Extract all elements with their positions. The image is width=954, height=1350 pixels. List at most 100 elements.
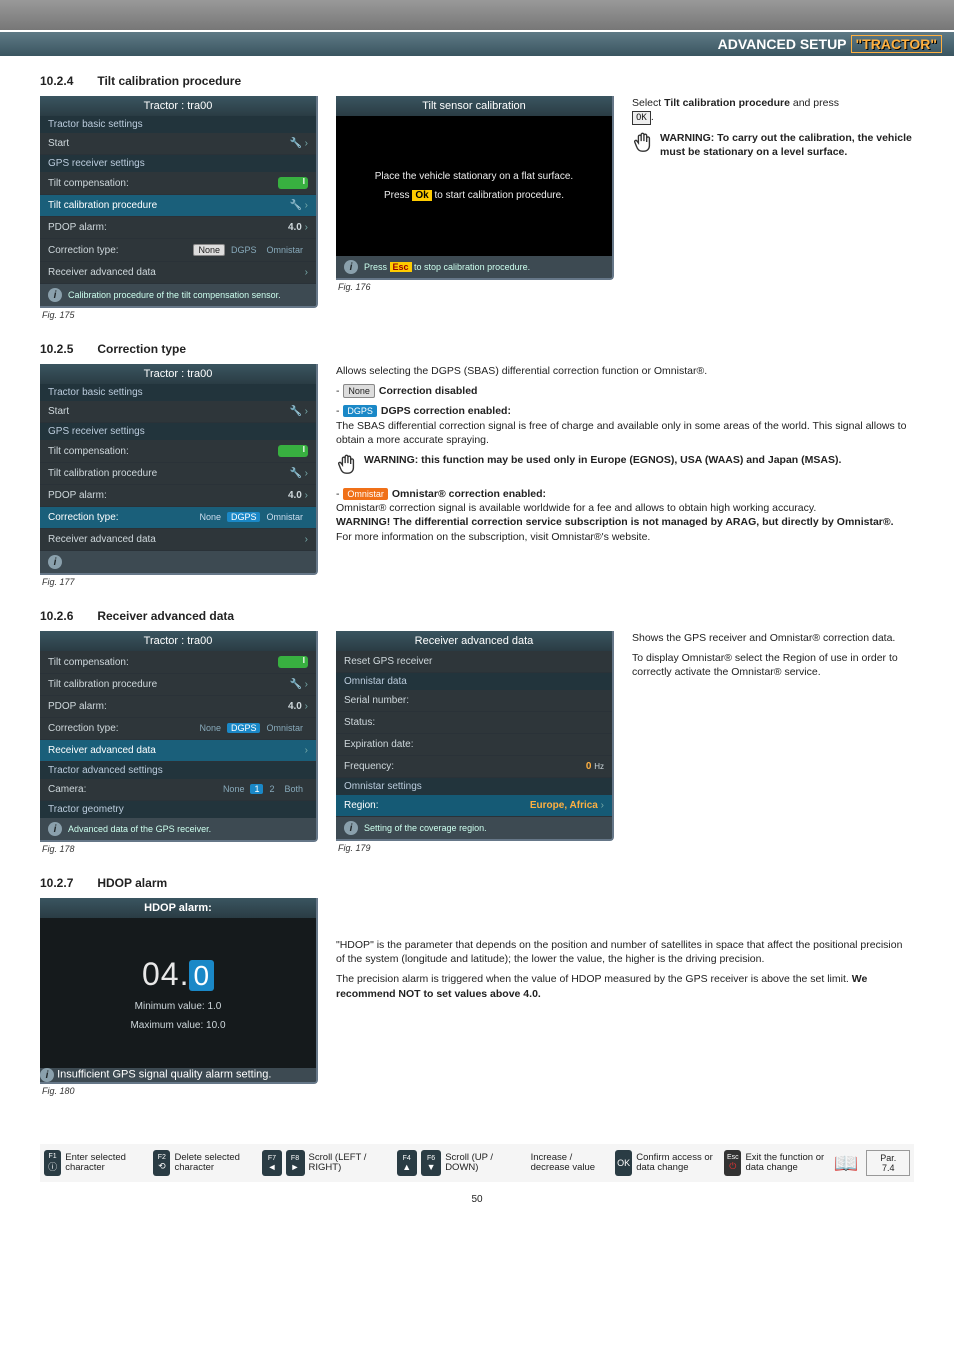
item-reset-gps[interactable]: Reset GPS receiver — [336, 651, 612, 673]
footer-text: Press Esc to stop calibration procedure. — [364, 262, 530, 272]
f2-key-icon: F2⟲ — [153, 1150, 170, 1176]
footer-text: Calibration procedure of the tilt compen… — [68, 290, 281, 300]
value: 4.0 — [288, 490, 302, 501]
group-omnistar-settings: Omnistar settings — [336, 778, 612, 795]
label: Tilt compensation: — [48, 657, 129, 668]
item-correction-type-selected[interactable]: Correction type: NoneDGPSOmnistar — [40, 507, 316, 529]
ok-key-icon: OK — [615, 1150, 632, 1176]
item-tilt-cal-selected[interactable]: Tilt calibration procedure 🔧 › — [40, 195, 316, 217]
value: 0 — [586, 761, 592, 772]
item-start[interactable]: Start 🔧 › — [40, 401, 316, 423]
panel-footer: i Press Esc to stop calibration procedur… — [336, 256, 612, 278]
item-pdop[interactable]: PDOP alarm: 4.0 › — [40, 696, 316, 718]
option-dgps-active: DGPS — [227, 723, 261, 733]
legend-f1: F1ⓘ Enter selected character — [44, 1150, 145, 1176]
toggle-on-icon[interactable] — [278, 177, 308, 189]
toggle-on-icon[interactable] — [278, 656, 308, 668]
chevron-right-icon: › — [305, 267, 308, 278]
option-1-active: 1 — [250, 784, 263, 794]
item-tilt-comp[interactable]: Tilt compensation: — [40, 651, 316, 674]
header-bar-top — [0, 0, 954, 30]
panel-fig179: Receiver advanced data Reset GPS receive… — [336, 631, 614, 841]
item-tilt-cal[interactable]: Tilt calibration procedure 🔧 › — [40, 463, 316, 485]
chevron-right-icon: › — [305, 701, 308, 712]
label: PDOP alarm: — [48, 490, 107, 501]
item-expiration: Expiration date: — [336, 734, 612, 756]
panel-fig178: Tractor : tra00 Tilt compensation: Tilt … — [40, 631, 318, 842]
item-region-selected[interactable]: Region: Europe, Africa › — [336, 795, 612, 817]
hdop-value[interactable]: 04.0 — [142, 956, 214, 993]
option-omnistar: Omnistar — [262, 245, 307, 255]
label: PDOP alarm: — [48, 701, 107, 712]
badge-dgps: DGPS — [343, 405, 377, 417]
section-10-2-7-heading: 10.2.7 HDOP alarm — [40, 876, 914, 890]
item-tilt-comp[interactable]: Tilt compensation: — [40, 440, 316, 463]
ok-key-icon: OK — [632, 111, 651, 125]
option-dgps: DGPS — [227, 245, 261, 255]
warning-text: WARNING: this function may be used only … — [364, 453, 841, 467]
header-bar-title: ADVANCED SETUP "TRACTOR" — [0, 32, 954, 56]
fig-label-175: Fig. 175 — [42, 310, 318, 320]
panel-footer: i Insufficient GPS signal quality alarm … — [40, 1068, 316, 1082]
item-status: Status: — [336, 712, 612, 734]
section-num: 10.2.7 — [40, 876, 84, 890]
f8-key-icon: F8► — [286, 1150, 305, 1176]
side-text-1026: Shows the GPS receiver and Omnistar® cor… — [632, 631, 914, 686]
panel-footer: i Calibration procedure of the tilt comp… — [40, 284, 316, 306]
panel-title: Tilt sensor calibration — [336, 96, 612, 116]
min-value: Minimum value: 1.0 — [135, 1001, 222, 1012]
warning-text: WARNING: To carry out the calibration, t… — [660, 131, 914, 159]
value: Europe, Africa — [530, 800, 598, 811]
info-icon: i — [344, 260, 358, 274]
item-pdop[interactable]: PDOP alarm: 4.0 › — [40, 485, 316, 507]
item-tilt-cal[interactable]: Tilt calibration procedure 🔧 › — [40, 674, 316, 696]
label: Frequency: — [344, 761, 394, 772]
option-omnistar: Omnistar — [262, 512, 307, 522]
chevron-right-icon: › — [305, 534, 308, 545]
item-receiver-adv[interactable]: Receiver advanced data › — [40, 262, 316, 284]
label: Tilt compensation: — [48, 446, 129, 457]
unit: Hz — [594, 762, 604, 771]
info-icon: i — [48, 822, 62, 836]
info-icon: i — [40, 1068, 54, 1082]
panel-fig177: Tractor : tra00 Tractor basic settings S… — [40, 364, 318, 575]
page-number: 50 — [40, 1194, 914, 1205]
legend-ok: OK Confirm access or data change — [615, 1150, 716, 1176]
toggle-on-icon[interactable] — [278, 445, 308, 457]
group-basic: Tractor basic settings — [40, 384, 316, 401]
fig-label-180: Fig. 180 — [42, 1086, 318, 1096]
item-camera[interactable]: Camera: None12Both — [40, 779, 316, 801]
f6-key-icon: F6▼ — [421, 1150, 441, 1176]
item-correction-type[interactable]: Correction type: NoneDGPSOmnistar — [40, 239, 316, 262]
footer-text: Advanced data of the GPS receiver. — [68, 824, 211, 834]
section-10-2-4-heading: 10.2.4 Tilt calibration procedure — [40, 74, 914, 88]
group-gps: GPS receiver settings — [40, 423, 316, 440]
side-text-1025: Allows selecting the DGPS (SBAS) differe… — [336, 364, 914, 550]
label: Start — [48, 406, 69, 417]
label: PDOP alarm: — [48, 222, 107, 233]
item-start[interactable]: Start 🔧 › — [40, 133, 316, 155]
panel-title: Tractor : tra00 — [40, 364, 316, 384]
label: Region: — [344, 800, 378, 811]
item-pdop[interactable]: PDOP alarm: 4.0 › — [40, 217, 316, 239]
panel-footer: i Setting of the coverage region. — [336, 817, 612, 839]
esc-key-icon: Esc⏻ — [724, 1150, 741, 1176]
panel-footer: i Advanced data of the GPS receiver. — [40, 818, 316, 840]
hdop-body: 04.0 Minimum value: 1.0 Maximum value: 1… — [40, 918, 316, 1068]
header-title-quoted: "TRACTOR" — [851, 35, 942, 53]
item-receiver-adv[interactable]: Receiver advanced data › — [40, 529, 316, 551]
item-receiver-adv-selected[interactable]: Receiver advanced data › — [40, 740, 316, 762]
option-omnistar: Omnistar — [262, 723, 307, 733]
option-none: None — [193, 244, 225, 256]
item-correction-type[interactable]: Correction type: NoneDGPSOmnistar — [40, 718, 316, 740]
fig-label-177: Fig. 177 — [42, 577, 318, 587]
panel-footer: i — [40, 551, 316, 573]
label: Correction type: — [48, 512, 119, 523]
header-title-prefix: ADVANCED SETUP — [718, 36, 847, 52]
section-title: Correction type — [97, 342, 186, 356]
hand-warning-icon — [632, 131, 654, 157]
legend-scroll-lr: F7◄ F8► Scroll (LEFT / RIGHT) — [262, 1150, 388, 1176]
group-advanced: Tractor advanced settings — [40, 762, 316, 779]
item-tilt-comp[interactable]: Tilt compensation: — [40, 172, 316, 195]
legend-esc: Esc⏻ Exit the function or data change — [724, 1150, 825, 1176]
